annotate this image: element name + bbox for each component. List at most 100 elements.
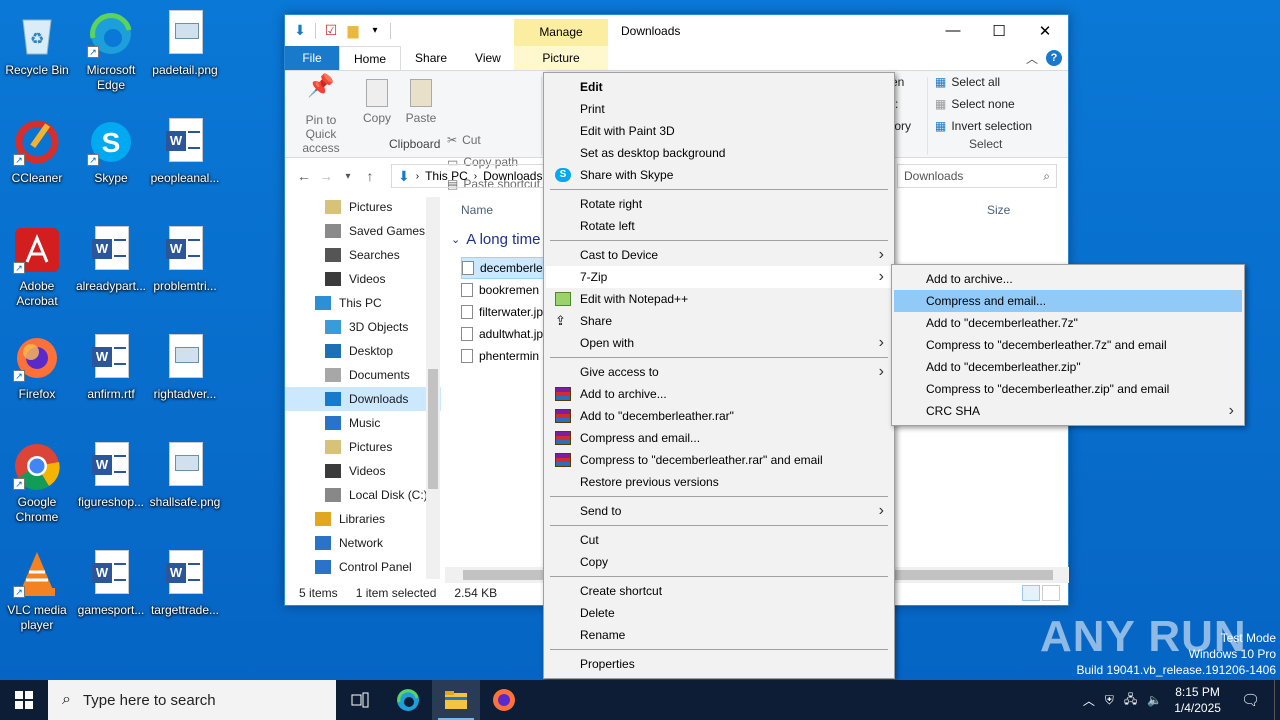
nav-scrollbar[interactable]: [426, 197, 440, 579]
nav-scroll-thumb[interactable]: [428, 369, 438, 489]
nav-item[interactable]: Pictures: [285, 195, 441, 219]
show-desktop-strip[interactable]: [1274, 680, 1280, 720]
menu-item[interactable]: Add to "decemberleather.zip": [894, 356, 1242, 378]
invert-selection-button[interactable]: ▦ Invert selection: [935, 117, 1032, 135]
large-icons-view-icon[interactable]: [1042, 585, 1060, 601]
menu-item[interactable]: Restore previous versions: [546, 471, 892, 493]
desktop-icon[interactable]: ↗ Microsoft Edge: [74, 6, 148, 106]
notifications-icon[interactable]: 🗨: [1241, 691, 1260, 709]
minimize-button[interactable]: —: [930, 15, 976, 46]
menu-item[interactable]: 7-Zip ›: [546, 266, 892, 288]
show-hidden-icons-chevron-icon[interactable]: ︿: [1083, 692, 1095, 709]
recent-locations-chevron-icon[interactable]: ▾: [337, 171, 359, 182]
desktop-icon[interactable]: S ↗ Skype: [74, 114, 148, 214]
menu-item[interactable]: Compress and email...: [546, 427, 892, 449]
desktop-icon[interactable]: Wanfirm.rtf: [74, 330, 148, 430]
select-all-button[interactable]: ▦ Select all: [935, 73, 1000, 91]
nav-item[interactable]: Downloads: [285, 387, 441, 411]
desktop-icon[interactable]: padetail.png: [148, 6, 222, 106]
pin-to-quick-access-button[interactable]: 📌 Pin to Quick access: [291, 75, 351, 156]
select-none-button[interactable]: ▦ Select none: [935, 95, 1015, 113]
new-folder-icon[interactable]: ▆: [342, 20, 364, 42]
tab-file[interactable]: File: [285, 46, 339, 70]
properties-check-icon[interactable]: ☑: [320, 20, 342, 42]
column-size[interactable]: Size: [987, 203, 1010, 217]
search-box[interactable]: Downloads ⌕: [897, 164, 1057, 188]
menu-item[interactable]: Edit with Paint 3D: [546, 120, 892, 142]
menu-item[interactable]: ⇪ Share: [546, 310, 892, 332]
cut-button[interactable]: ✂ Cut: [447, 131, 481, 149]
desktop-icon[interactable]: Wproblemtri...: [148, 222, 222, 322]
menu-item[interactable]: Properties: [546, 653, 892, 675]
nav-item[interactable]: Network: [285, 531, 441, 555]
menu-item[interactable]: Compress to "decemberleather.7z" and ema…: [894, 334, 1242, 356]
start-button[interactable]: [0, 680, 48, 720]
nav-item[interactable]: Libraries: [285, 507, 441, 531]
nav-item[interactable]: Saved Games: [285, 219, 441, 243]
nav-item[interactable]: Pictures: [285, 435, 441, 459]
taskbar-search-box[interactable]: ⌕ Type here to search: [48, 680, 336, 720]
details-view-icon[interactable]: [1022, 585, 1040, 601]
taskbar-edge[interactable]: [384, 680, 432, 720]
desktop-icon[interactable]: ♻ Recycle Bin: [0, 6, 74, 106]
menu-item[interactable]: Add to "decemberleather.7z": [894, 312, 1242, 334]
maximize-button[interactable]: ☐: [976, 15, 1022, 46]
clock[interactable]: 8:15 PM 1/4/2025: [1174, 684, 1221, 716]
volume-icon[interactable]: 🔈: [1147, 693, 1162, 707]
menu-item[interactable]: Rotate right: [546, 193, 892, 215]
nav-item[interactable]: Desktop: [285, 339, 441, 363]
up-arrow-icon[interactable]: ↑: [359, 168, 381, 184]
desktop-icon[interactable]: Wtargettrade...: [148, 546, 222, 646]
paste-button[interactable]: Paste: [391, 79, 451, 125]
breadcrumb-downloads[interactable]: Downloads: [483, 169, 542, 183]
taskbar-file-explorer[interactable]: [432, 680, 480, 720]
task-view-button[interactable]: [336, 680, 384, 720]
menu-item[interactable]: Delete: [546, 602, 892, 624]
desktop-icon[interactable]: Wgamesport...: [74, 546, 148, 646]
menu-item[interactable]: CRC SHA ›: [894, 400, 1242, 422]
nav-item[interactable]: Documents: [285, 363, 441, 387]
nav-item[interactable]: 3D Objects: [285, 315, 441, 339]
close-button[interactable]: ✕: [1022, 15, 1068, 46]
nav-item[interactable]: This PC: [285, 291, 441, 315]
menu-item[interactable]: Cast to Device ›: [546, 244, 892, 266]
desktop-icon[interactable]: Wpeopleanal...: [148, 114, 222, 214]
nav-item[interactable]: Videos: [285, 267, 441, 291]
nav-item[interactable]: Searches: [285, 243, 441, 267]
menu-item[interactable]: Create shortcut: [546, 580, 892, 602]
network-icon[interactable]: 🖧: [1124, 690, 1137, 711]
back-arrow-icon[interactable]: ←: [293, 168, 315, 184]
desktop-icon[interactable]: ↗ CCleaner: [0, 114, 74, 214]
desktop-icon[interactable]: ↗ Firefox: [0, 330, 74, 430]
nav-item[interactable]: Videos: [285, 459, 441, 483]
customize-qa-chevron-icon[interactable]: ▾: [364, 20, 386, 42]
breadcrumb-this-pc[interactable]: This PC: [425, 169, 468, 183]
desktop-icon[interactable]: ↗ Google Chrome: [0, 438, 74, 538]
menu-item[interactable]: Set as desktop background: [546, 142, 892, 164]
menu-item[interactable]: Compress to "decemberleather.zip" and em…: [894, 378, 1242, 400]
nav-item[interactable]: Music: [285, 411, 441, 435]
menu-item[interactable]: Compress to "decemberleather.rar" and em…: [546, 449, 892, 471]
tab-picture-tools[interactable]: Picture Tools: [514, 46, 608, 89]
menu-item[interactable]: Copy: [546, 551, 892, 573]
menu-item[interactable]: Edit with Notepad++: [546, 288, 892, 310]
collapse-ribbon-chevron-icon[interactable]: ︿: [1026, 50, 1038, 67]
menu-item[interactable]: Edit: [546, 76, 892, 98]
desktop-icon[interactable]: shallsafe.png: [148, 438, 222, 538]
nav-item[interactable]: Local Disk (C:): [285, 483, 441, 507]
taskbar-firefox[interactable]: [480, 680, 528, 720]
menu-item[interactable]: Rotate left: [546, 215, 892, 237]
desktop-icon[interactable]: ↗ Adobe Acrobat: [0, 222, 74, 322]
tab-home[interactable]: Home: [339, 46, 402, 70]
defender-icon[interactable]: ⛨: [1105, 693, 1114, 708]
menu-item[interactable]: Add to archive...: [894, 268, 1242, 290]
menu-item[interactable]: Give access to ›: [546, 361, 892, 383]
menu-item[interactable]: Send to ›: [546, 500, 892, 522]
menu-item[interactable]: Add to "decemberleather.rar": [546, 405, 892, 427]
desktop-icon[interactable]: Wfigureshop...: [74, 438, 148, 538]
manage-tab[interactable]: Manage: [514, 19, 608, 46]
menu-item[interactable]: Add to archive...: [546, 383, 892, 405]
menu-item[interactable]: Cut: [546, 529, 892, 551]
help-icon[interactable]: ?: [1046, 50, 1062, 66]
nav-item[interactable]: Control Panel: [285, 555, 441, 579]
